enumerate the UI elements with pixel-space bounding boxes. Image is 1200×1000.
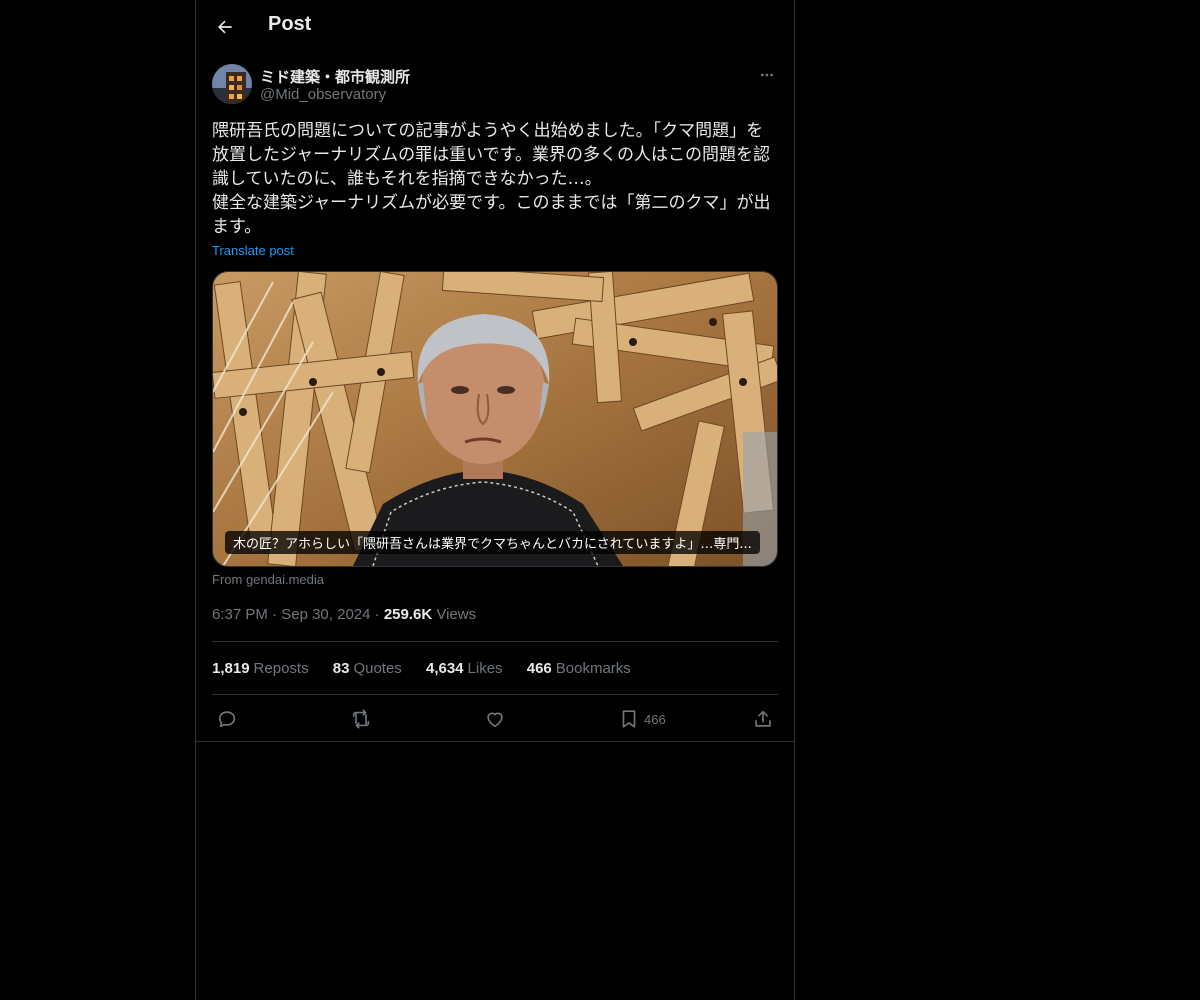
main-column: Post ミド建築・都市観測所 @Mid_observatory 隈研吾氏の問題… bbox=[195, 0, 795, 1000]
post-text: 隈研吾氏の問題についての記事がようやく出始めました。「クマ問題」を放置したジャー… bbox=[212, 121, 771, 237]
author-avatar[interactable] bbox=[212, 64, 252, 104]
article-photo bbox=[213, 272, 777, 566]
link-card-media[interactable]: 木の匠？アホらしい「隈研吾さんは業界でクマちゃんとバカにされていますよ」…専門.… bbox=[212, 271, 778, 567]
views-count: 259.6K bbox=[383, 606, 433, 623]
more-horizontal-icon bbox=[761, 73, 773, 77]
reply-button[interactable] bbox=[216, 706, 238, 732]
bookmarks-stat[interactable]: 466 Bookmarks bbox=[527, 660, 631, 677]
bookmarks-label: Bookmarks bbox=[555, 660, 631, 677]
meta-separator: · bbox=[374, 606, 380, 623]
bookmark-count: 466 bbox=[644, 711, 666, 727]
post-time[interactable]: 6:37 PM bbox=[212, 606, 268, 623]
quotes-stat[interactable]: 83 Quotes bbox=[333, 660, 402, 677]
post-header: Post bbox=[196, 0, 794, 53]
media-caption: 木の匠？アホらしい「隈研吾さんは業界でクマちゃんとバカにされていますよ」…専門.… bbox=[225, 531, 760, 554]
reposts-stat[interactable]: 1,819 Reposts bbox=[212, 660, 309, 677]
reposts-label: Reposts bbox=[253, 660, 309, 677]
quotes-label: Quotes bbox=[353, 660, 402, 677]
bookmarks-count: 466 bbox=[526, 660, 552, 677]
meta-separator: · bbox=[272, 606, 278, 623]
author-handle[interactable]: @Mid_observatory bbox=[260, 86, 386, 103]
reposts-count: 1,819 bbox=[212, 660, 250, 677]
share-button[interactable] bbox=[752, 706, 774, 732]
likes-label: Likes bbox=[467, 660, 503, 677]
share-icon bbox=[755, 710, 771, 727]
action-bar: 466 bbox=[212, 706, 778, 732]
building-avatar-icon bbox=[212, 64, 252, 104]
divider bbox=[212, 694, 778, 695]
likes-count: 4,634 bbox=[425, 660, 464, 677]
back-button[interactable] bbox=[208, 10, 242, 44]
bookmark-icon bbox=[622, 710, 636, 728]
views-label: Views bbox=[436, 606, 477, 623]
reply-icon bbox=[218, 711, 236, 728]
engagement-stats: 1,819 Reposts 83 Quotes 4,634 Likes 466 Book… bbox=[212, 660, 651, 677]
repost-icon bbox=[352, 709, 370, 729]
quotes-count: 83 bbox=[332, 660, 350, 677]
post-bottom-border bbox=[196, 741, 794, 742]
post-meta: 6:37 PM · Sep 30, 2024 · 259.6K Views bbox=[212, 606, 476, 623]
arrow-left-icon bbox=[218, 20, 232, 34]
repost-button[interactable] bbox=[350, 706, 372, 732]
link-source[interactable]: From gendai.media bbox=[212, 572, 324, 587]
like-button[interactable] bbox=[484, 706, 506, 732]
heart-icon bbox=[487, 712, 503, 728]
bookmark-button[interactable]: 466 bbox=[618, 706, 666, 732]
translate-post-link[interactable]: Translate post bbox=[212, 243, 294, 258]
more-options-button[interactable] bbox=[756, 64, 778, 86]
page-title: Post bbox=[268, 13, 312, 35]
likes-stat[interactable]: 4,634 Likes bbox=[426, 660, 503, 677]
post-date[interactable]: Sep 30, 2024 bbox=[281, 606, 370, 623]
author-display-name[interactable]: ミド建築・都市観測所 bbox=[260, 66, 410, 87]
divider bbox=[212, 641, 778, 642]
